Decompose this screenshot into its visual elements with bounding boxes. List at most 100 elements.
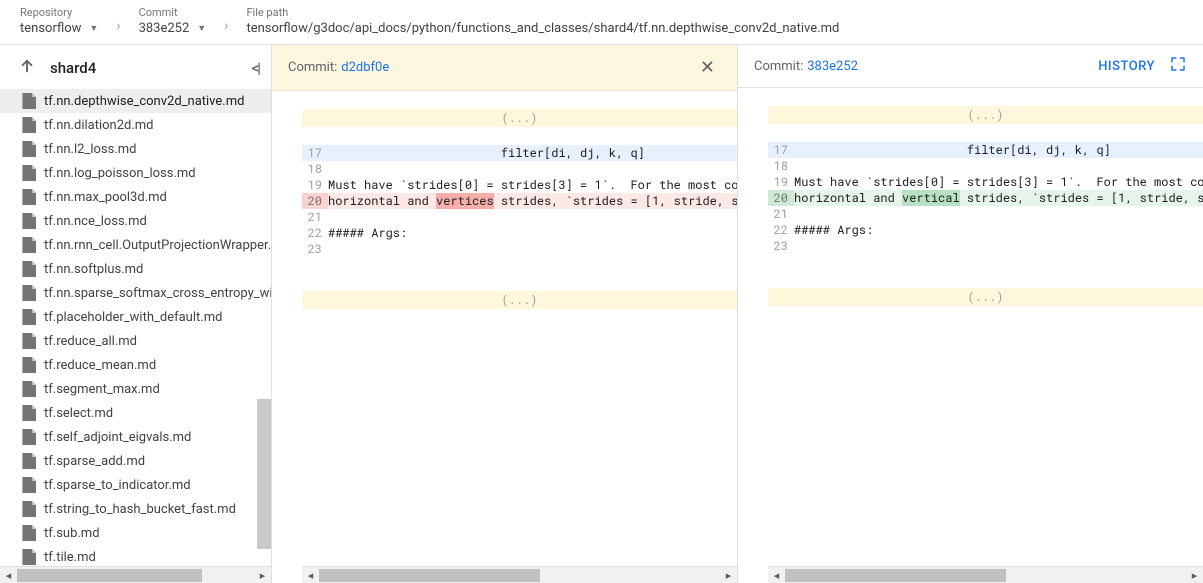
code-line[interactable]: 17 filter[di, dj, k, q]: [768, 142, 1203, 158]
file-name: tf.sub.md: [44, 526, 100, 541]
code-line[interactable]: 22##### Args:: [768, 222, 1203, 238]
left-commit-label: Commit:: [288, 60, 337, 75]
file-list[interactable]: tf.nn.depthwise_conv2d_native.md▼tf.nn.d…: [0, 89, 271, 566]
diff-right-pane: Commit: 383e252 HISTORY (...) 17 filter[d…: [737, 45, 1203, 583]
file-name: tf.tile.md: [44, 550, 96, 565]
file-icon: [20, 333, 36, 349]
scroll-right-icon[interactable]: ▸: [254, 567, 271, 583]
file-row[interactable]: tf.segment_max.md: [0, 377, 271, 401]
file-row[interactable]: tf.nn.softplus.md: [0, 257, 271, 281]
file-row[interactable]: tf.nn.depthwise_conv2d_native.md▼: [0, 89, 271, 113]
diff-area: Commit: d2dbf0e ✕ (...) 17 filter[di, dj,…: [272, 45, 1203, 583]
file-row[interactable]: tf.nn.sparse_softmax_cross_entropy_with_…: [0, 281, 271, 305]
code-line[interactable]: 20horizontal and vertical strides, `stri…: [768, 190, 1203, 206]
breadcrumb-bar: Repository tensorflow ▼ › Commit 383e252…: [0, 0, 1203, 45]
code-line[interactable]: 20horizontal and vertices strides, `stri…: [302, 193, 737, 209]
line-number: 23: [302, 241, 328, 257]
file-row[interactable]: tf.nn.log_poisson_loss.md: [0, 161, 271, 185]
expand-button[interactable]: [1169, 55, 1187, 77]
scroll-left-icon[interactable]: ◂: [302, 567, 319, 583]
file-name: tf.nn.softplus.md: [44, 262, 143, 277]
code-line[interactable]: 18: [768, 158, 1203, 174]
file-icon: [20, 237, 36, 253]
sidebar-scrollbar-horizontal[interactable]: ◂ ▸: [0, 566, 271, 583]
crumb-commit-value: 383e252: [139, 21, 190, 36]
right-pane-header: Commit: 383e252 HISTORY: [738, 45, 1203, 88]
code-line[interactable]: 17 filter[di, dj, k, q]: [302, 145, 737, 161]
left-pane-header: Commit: d2dbf0e ✕: [272, 45, 737, 91]
file-name: tf.segment_max.md: [44, 382, 160, 397]
line-number: 20: [768, 190, 794, 206]
line-content: [794, 238, 1203, 254]
crumb-repo-value: tensorflow: [20, 21, 81, 36]
code-line[interactable]: 19Must have `strides[0] = strides[3] = 1…: [302, 177, 737, 193]
line-content: [794, 206, 1203, 222]
line-content: [328, 161, 737, 177]
chevron-right-icon: ›: [220, 18, 232, 34]
parent-folder-button[interactable]: [18, 57, 36, 79]
fold-indicator[interactable]: (...): [768, 288, 1203, 306]
left-commit-hash[interactable]: d2dbf0e: [341, 60, 389, 75]
file-icon: [20, 141, 36, 157]
scrollbar-vertical[interactable]: [257, 399, 271, 549]
file-row[interactable]: tf.select.md: [0, 401, 271, 425]
right-scrollbar-horizontal[interactable]: ◂ ▸: [768, 566, 1203, 583]
file-name: tf.sparse_to_indicator.md: [44, 478, 191, 493]
close-left-pane-button[interactable]: ✕: [694, 55, 721, 80]
scroll-left-icon[interactable]: ◂: [768, 567, 785, 583]
fold-indicator[interactable]: (...): [302, 109, 737, 127]
file-icon: [20, 285, 36, 301]
file-name: tf.select.md: [44, 406, 113, 421]
file-row[interactable]: tf.string_to_hash_bucket_fast.md: [0, 497, 271, 521]
sidebar-folder-name: shard4: [50, 59, 96, 77]
line-number: 21: [302, 209, 328, 225]
file-row[interactable]: tf.sub.md: [0, 521, 271, 545]
line-content: horizontal and vertical strides, `stride…: [794, 190, 1203, 206]
file-icon: [20, 405, 36, 421]
line-content: [328, 209, 737, 225]
file-icon: [20, 453, 36, 469]
file-name: tf.nn.nce_loss.md: [44, 214, 147, 229]
code-line[interactable]: 22##### Args:: [302, 225, 737, 241]
file-row[interactable]: tf.placeholder_with_default.md: [0, 305, 271, 329]
line-number: 19: [768, 174, 794, 190]
file-name: tf.nn.log_poisson_loss.md: [44, 166, 196, 181]
scroll-right-icon[interactable]: ▸: [1186, 567, 1203, 583]
file-name: tf.nn.max_pool3d.md: [44, 190, 167, 205]
file-icon: [20, 429, 36, 445]
code-line[interactable]: 23: [302, 241, 737, 257]
crumb-repository[interactable]: Repository tensorflow ▼: [20, 6, 98, 36]
file-row[interactable]: tf.nn.nce_loss.md: [0, 209, 271, 233]
file-row[interactable]: tf.reduce_mean.md: [0, 353, 271, 377]
right-code: (...) 17 filter[di, dj, k, q]1819Must hav…: [738, 88, 1203, 583]
file-row[interactable]: tf.nn.dilation2d.md: [0, 113, 271, 137]
line-number: 18: [302, 161, 328, 177]
file-icon: [20, 165, 36, 181]
history-button[interactable]: HISTORY: [1098, 59, 1155, 74]
scroll-right-icon[interactable]: ▸: [720, 567, 737, 583]
line-content: [794, 158, 1203, 174]
file-row[interactable]: tf.reduce_all.md: [0, 329, 271, 353]
fold-indicator[interactable]: (...): [768, 106, 1203, 124]
file-row[interactable]: tf.nn.max_pool3d.md: [0, 185, 271, 209]
scroll-left-icon[interactable]: ◂: [0, 567, 17, 583]
code-line[interactable]: 21: [768, 206, 1203, 222]
right-commit-hash[interactable]: 383e252: [807, 59, 858, 74]
file-name: tf.reduce_mean.md: [44, 358, 156, 373]
line-content: ##### Args:: [794, 222, 1203, 238]
file-row[interactable]: tf.nn.l2_loss.md: [0, 137, 271, 161]
file-row[interactable]: tf.nn.rnn_cell.OutputProjectionWrapper.m…: [0, 233, 271, 257]
file-row[interactable]: tf.sparse_add.md: [0, 449, 271, 473]
left-scrollbar-horizontal[interactable]: ◂ ▸: [302, 566, 737, 583]
code-line[interactable]: 18: [302, 161, 737, 177]
code-line[interactable]: 21: [302, 209, 737, 225]
code-line[interactable]: 23: [768, 238, 1203, 254]
file-row[interactable]: tf.self_adjoint_eigvals.md: [0, 425, 271, 449]
file-row[interactable]: tf.tile.md: [0, 545, 271, 566]
collapse-sidebar-button[interactable]: <|: [252, 59, 259, 77]
fold-indicator[interactable]: (...): [302, 291, 737, 309]
file-icon: [20, 93, 36, 109]
file-row[interactable]: tf.sparse_to_indicator.md: [0, 473, 271, 497]
crumb-commit[interactable]: Commit 383e252 ▼: [139, 6, 207, 36]
code-line[interactable]: 19Must have `strides[0] = strides[3] = 1…: [768, 174, 1203, 190]
